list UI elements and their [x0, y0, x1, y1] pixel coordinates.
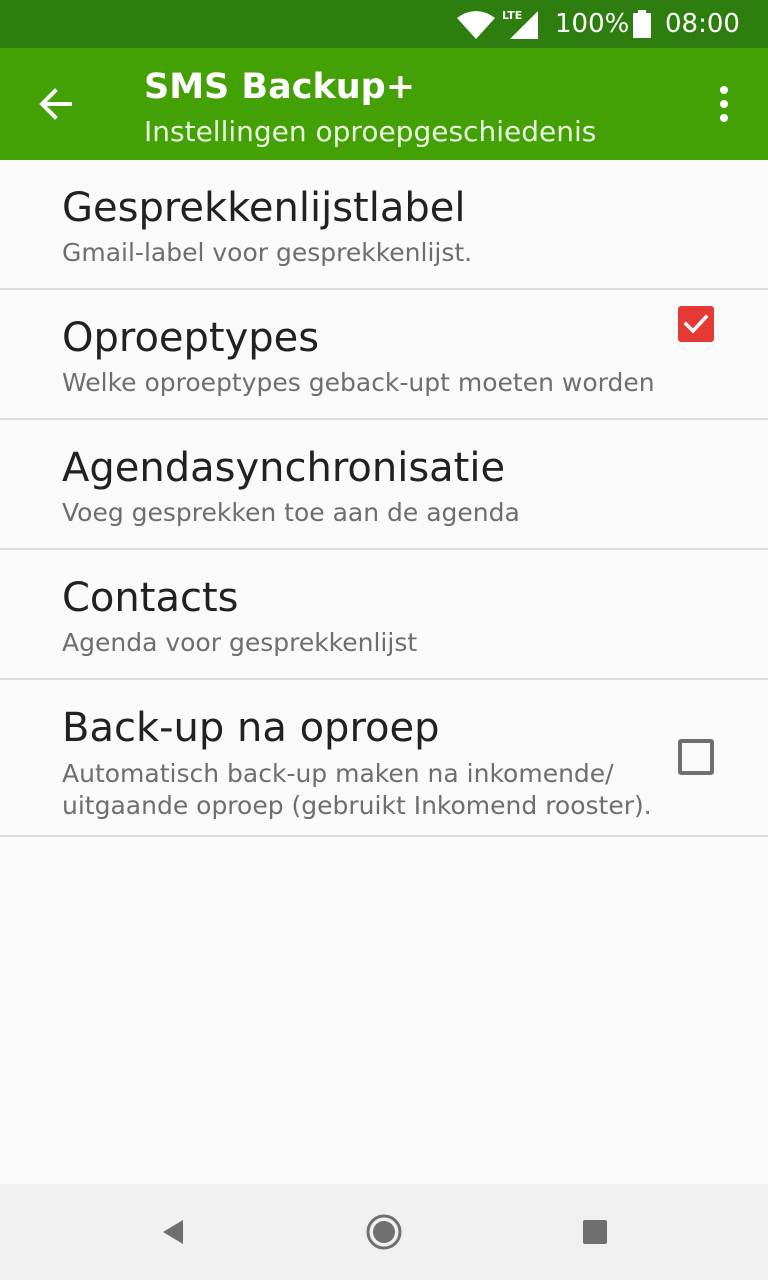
svg-text:LTE: LTE [502, 9, 522, 22]
pref-summary: Agenda voor gesprekkenlijst [62, 628, 418, 657]
nav-home-circle-icon[interactable] [364, 1212, 404, 1252]
pref-summary: Gmail-label voor gesprekkenlijst. [62, 238, 473, 267]
pref-title: Oproeptypes [62, 315, 320, 361]
pref-title: Gesprekkenlijstlabel [62, 185, 466, 231]
pref-calendar-sync[interactable]: Agendasynchronisatie Voeg gesprekken toe… [0, 420, 768, 550]
wifi-icon [457, 11, 495, 39]
pref-call-log-label[interactable]: Gesprekkenlijstlabel Gmail-label voor ge… [0, 160, 768, 290]
settings-list: Gesprekkenlijstlabel Gmail-label voor ge… [0, 160, 768, 837]
pref-title: Agendasynchronisatie [62, 445, 506, 491]
status-bar: LTE 100% 08:00 [0, 0, 768, 48]
pref-backup-after-call[interactable]: Back-up na oproep Automatisch back-up ma… [0, 680, 768, 837]
app-title: SMS Backup+ [144, 67, 416, 107]
pref-title: Back-up na oproep [62, 705, 440, 751]
battery-icon [633, 10, 651, 38]
pref-title: Contacts [62, 575, 239, 621]
clock: 08:00 [665, 9, 740, 39]
more-vert-icon[interactable] [704, 80, 744, 128]
pref-summary: Automatisch back-up maken na inkomende/ … [62, 759, 652, 820]
pref-summary: Voeg gesprekken toe aan de agenda [62, 498, 520, 527]
pref-summary: Welke oproeptypes geback-upt moeten word… [62, 368, 655, 397]
pref-call-types[interactable]: Oproeptypes Welke oproeptypes geback-upt… [0, 290, 768, 420]
nav-recents-square-icon[interactable] [575, 1212, 615, 1252]
battery-percent: 100% [555, 9, 630, 39]
check-icon [683, 314, 709, 334]
arrow-back-icon[interactable] [34, 82, 78, 126]
backup-after-call-checkbox[interactable] [678, 739, 714, 775]
pref-contacts[interactable]: Contacts Agenda voor gesprekkenlijst [0, 550, 768, 680]
lte-signal-icon: LTE [502, 9, 538, 39]
screen-subtitle: Instellingen oproepgeschiedenis [144, 115, 597, 148]
nav-back-triangle-icon[interactable] [155, 1212, 195, 1252]
navigation-bar [0, 1184, 768, 1280]
app-bar: SMS Backup+ Instellingen oproepgeschiede… [0, 48, 768, 160]
calendar-sync-checkbox[interactable] [678, 306, 714, 342]
